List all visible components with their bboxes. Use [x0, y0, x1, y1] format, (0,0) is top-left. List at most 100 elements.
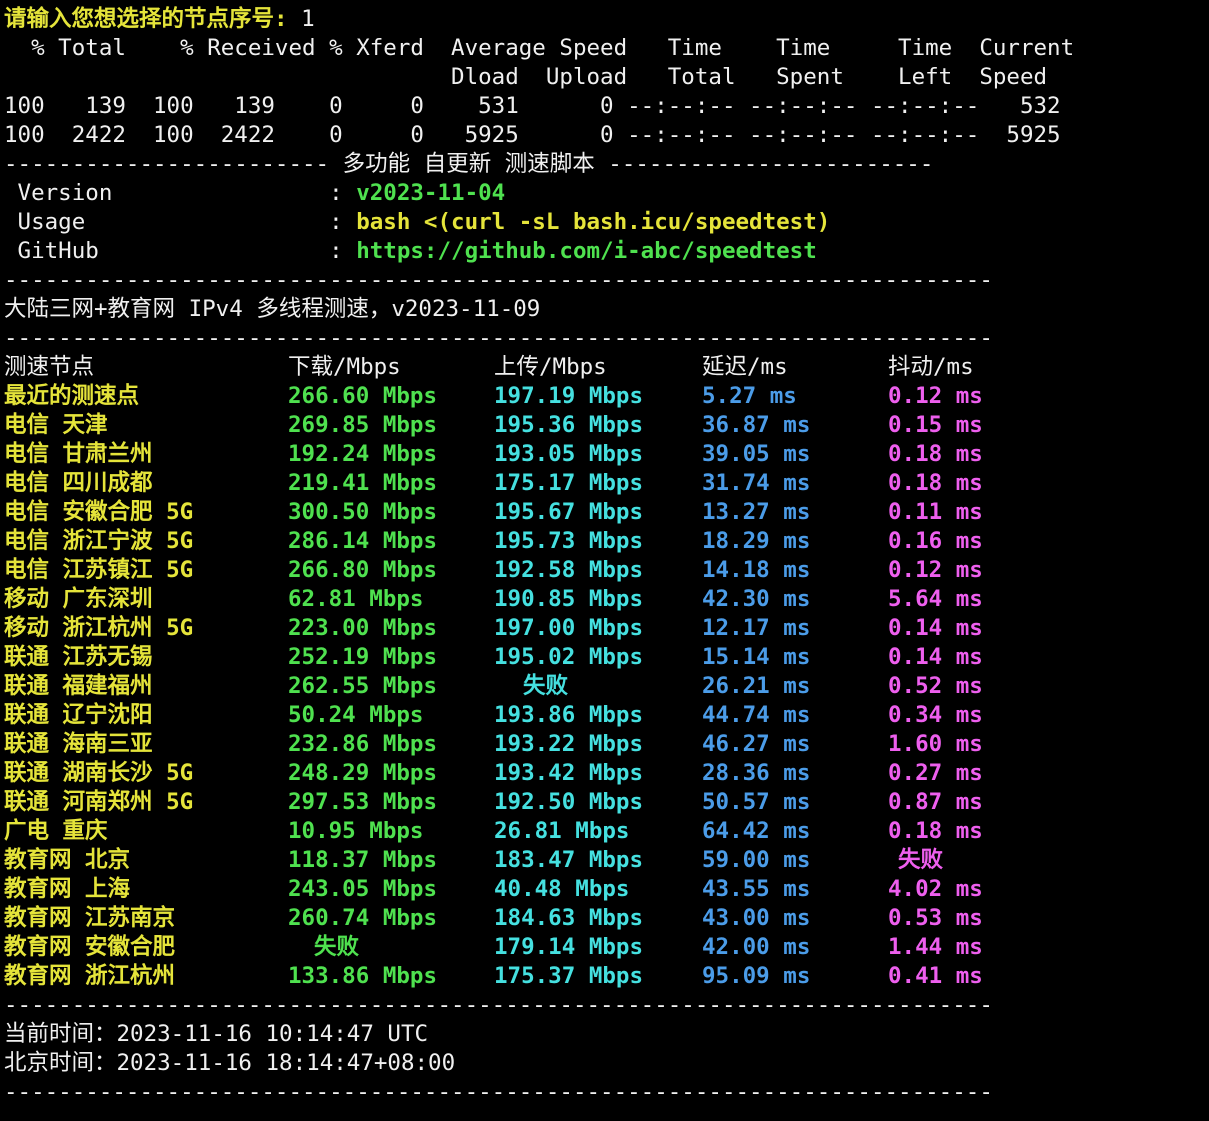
column-header-name: 测速节点 [4, 353, 94, 382]
footer-beijing-line: 北京时间：2023-11-16 18:14:47+08:00 [0, 1049, 1209, 1078]
separator-line: ----------------------------------------… [0, 991, 1209, 1020]
jitter-cell: 0.27 ms [888, 759, 983, 788]
name-cell: 联通 福建福州 [4, 672, 153, 701]
menu-item-text: 2. 大陆三网+教育网 IPv6 多线程测速 [4, 0, 409, 3]
latency-cell: 5.27 ms [702, 382, 797, 411]
upload-cell: 195.73 Mbps [494, 527, 643, 556]
info-label: GitHub : [4, 238, 356, 264]
jitter-cell: 1.60 ms [888, 730, 983, 759]
curl-header-text: Dload Upload Total Spent Left Speed [4, 64, 1047, 90]
download-cell: 50.24 Mbps [288, 701, 423, 730]
upload-cell: 193.05 Mbps [494, 440, 643, 469]
name-cell: 联通 湖南长沙 5G [4, 759, 193, 788]
download-cell: 297.53 Mbps [288, 788, 437, 817]
upload-cell: 197.00 Mbps [494, 614, 643, 643]
info-line: Usage : bash <(curl -sL bash.icu/speedte… [0, 208, 1209, 237]
curl-header-line-1: % Total % Received % Xferd Average Speed… [0, 34, 1209, 63]
info-value: v2023-11-04 [356, 180, 505, 206]
prompt-input-value: 1 [301, 6, 315, 32]
curl-progress-text: 100 2422 100 2422 0 0 5925 0 --:--:-- --… [4, 122, 1061, 148]
speedtest-row: 电信 浙江宁波 5G286.14 Mbps195.73 Mbps18.29 ms… [0, 527, 1209, 556]
info-label: Usage : [4, 209, 356, 235]
speedtest-row: 联通 福建福州262.55 Mbps失败26.21 ms0.52 ms [0, 672, 1209, 701]
info-label: Version : [4, 180, 356, 206]
name-cell: 联通 河南郑州 5G [4, 788, 193, 817]
latency-cell: 28.36 ms [702, 759, 810, 788]
upload-cell: 190.85 Mbps [494, 585, 643, 614]
column-header-jitter: 抖动/ms [888, 353, 974, 382]
download-cell: 62.81 Mbps [288, 585, 423, 614]
speedtest-row: 教育网 北京118.37 Mbps183.47 Mbps59.00 ms失败 [0, 846, 1209, 875]
curl-progress-row: 100 139 100 139 0 0 531 0 --:--:-- --:--… [0, 92, 1209, 121]
current-time-utc: 当前时间：2023-11-16 10:14:47 UTC [4, 1021, 428, 1047]
latency-cell: 50.57 ms [702, 788, 810, 817]
latency-cell: 43.55 ms [702, 875, 810, 904]
latency-cell: 15.14 ms [702, 643, 810, 672]
jitter-cell: 0.12 ms [888, 556, 983, 585]
speedtest-row: 教育网 上海243.05 Mbps40.48 Mbps43.55 ms4.02 … [0, 875, 1209, 904]
download-cell: 269.85 Mbps [288, 411, 437, 440]
upload-cell: 193.22 Mbps [494, 730, 643, 759]
jitter-cell: 0.16 ms [888, 527, 983, 556]
separator-line: ----------------------------------------… [0, 324, 1209, 353]
download-cell: 10.95 Mbps [288, 817, 423, 846]
name-cell: 教育网 安徽合肥 [4, 933, 175, 962]
speedtest-row: 联通 河南郑州 5G 297.53 Mbps 192.50 Mbps 50.57 ms… [0, 788, 1209, 817]
speedtest-row: 移动 广东深圳62.81 Mbps190.85 Mbps42.30 ms5.64… [0, 585, 1209, 614]
prompt-line: 请输入您想选择的节点序号: 1 [0, 5, 1209, 34]
download-cell: 133.86 Mbps [288, 962, 437, 991]
separator-line: ----------------------------------------… [0, 266, 1209, 295]
jitter-cell: 0.12 ms [888, 382, 983, 411]
upload-cell: 192.50 Mbps [494, 788, 643, 817]
name-cell: 移动 广东深圳 [4, 585, 153, 614]
upload-cell: 179.14 Mbps [494, 933, 643, 962]
jitter-cell: 0.18 ms [888, 469, 983, 498]
jitter-cell: 0.41 ms [888, 962, 983, 991]
speedtest-row: 最近的测速点266.60 Mbps197.19 Mbps5.27 ms0.12 … [0, 382, 1209, 411]
upload-cell: 195.02 Mbps [494, 643, 643, 672]
speedtest-row: 联通 湖南长沙 5G248.29 Mbps193.42 Mbps28.36 ms… [0, 759, 1209, 788]
run-title-text: 大陆三网+教育网 IPv4 多线程测速，v2023-11-09 [4, 296, 540, 322]
current-time-beijing: 北京时间：2023-11-16 18:14:47+08:00 [4, 1050, 455, 1076]
terminal-screen[interactable]: 2. 大陆三网+教育网 IPv6 多线程测速请输入您想选择的节点序号: 1 % … [0, 0, 1209, 1121]
speedtest-row: 广电 重庆10.95 Mbps26.81 Mbps64.42 ms0.18 ms [0, 817, 1209, 846]
latency-cell: 18.29 ms [702, 527, 810, 556]
jitter-cell: 0.87 ms [888, 788, 983, 817]
jitter-cell: 0.14 ms [888, 643, 983, 672]
curl-progress-row: 100 2422 100 2422 0 0 5925 0 --:--:-- --… [0, 121, 1209, 150]
separator-line: ----------------------------------------… [0, 1078, 1209, 1107]
latency-cell: 46.27 ms [702, 730, 810, 759]
banner-line: ------------------------ 多功能 自更新 测速脚本 --… [0, 150, 1209, 179]
name-cell: 电信 四川成都 [4, 469, 153, 498]
upload-cell: 26.81 Mbps [494, 817, 629, 846]
curl-progress-text: 100 139 100 139 0 0 531 0 --:--:-- --:--… [4, 93, 1061, 119]
name-cell: 教育网 北京 [4, 846, 130, 875]
upload-cell: 183.47 Mbps [494, 846, 643, 875]
speedtest-row: 教育网 浙江杭州133.86 Mbps175.37 Mbps95.09 ms0.… [0, 962, 1209, 991]
separator-dashes: ----------------------------------------… [4, 1079, 993, 1105]
prompt-text: 请输入您想选择的节点序号: [4, 6, 301, 32]
speedtest-row: 电信 江苏镇江 5G266.80 Mbps192.58 Mbps14.18 ms… [0, 556, 1209, 585]
speedtest-row: 联通 辽宁沈阳50.24 Mbps193.86 Mbps44.74 ms0.34… [0, 701, 1209, 730]
latency-cell: 39.05 ms [702, 440, 810, 469]
name-cell: 移动 浙江杭州 5G [4, 614, 193, 643]
download-cell: 243.05 Mbps [288, 875, 437, 904]
latency-cell: 43.00 ms [702, 904, 810, 933]
latency-cell: 95.09 ms [702, 962, 810, 991]
info-line: GitHub : https://github.com/i-abc/speedt… [0, 237, 1209, 266]
latency-cell: 36.87 ms [702, 411, 810, 440]
upload-cell: 193.86 Mbps [494, 701, 643, 730]
download-cell: 252.19 Mbps [288, 643, 437, 672]
upload-cell: 175.17 Mbps [494, 469, 643, 498]
jitter-cell: 0.18 ms [888, 817, 983, 846]
latency-cell: 14.18 ms [702, 556, 810, 585]
info-value: https://github.com/i-abc/speedtest [356, 238, 817, 264]
name-cell: 电信 安徽合肥 5G [4, 498, 193, 527]
info-line: Version : v2023-11-04 [0, 179, 1209, 208]
jitter-cell: 失败 [898, 846, 943, 875]
download-cell: 266.60 Mbps [288, 382, 437, 411]
download-cell: 118.37 Mbps [288, 846, 437, 875]
download-cell: 219.41 Mbps [288, 469, 437, 498]
name-cell: 电信 浙江宁波 5G [4, 527, 193, 556]
jitter-cell: 0.11 ms [888, 498, 983, 527]
